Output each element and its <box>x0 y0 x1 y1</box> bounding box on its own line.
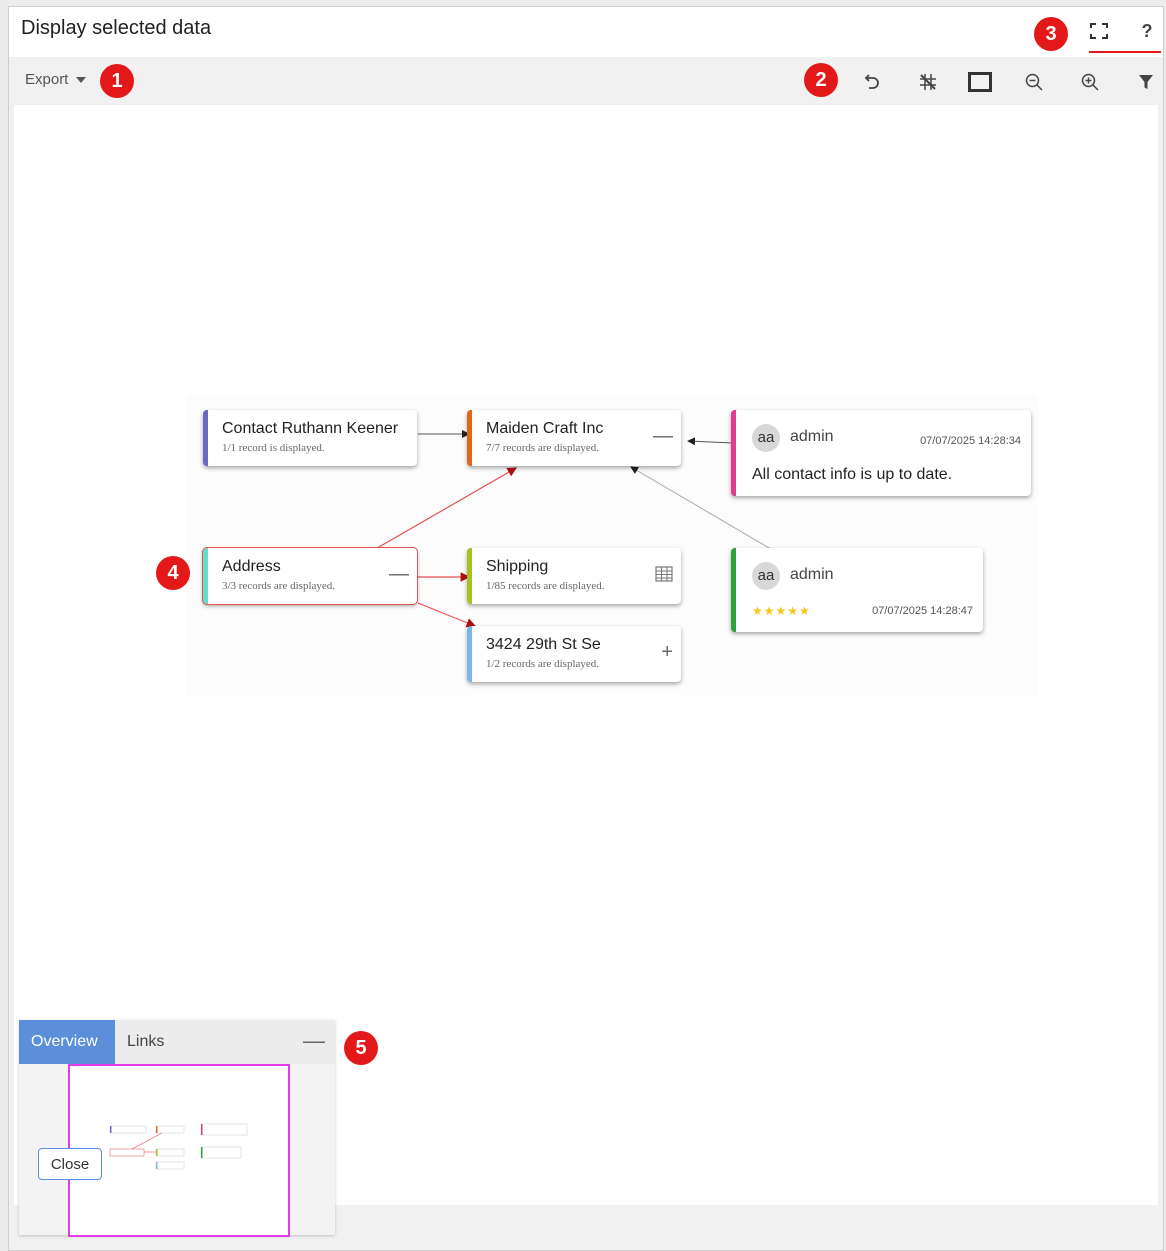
mini-node-street-bar <box>156 1162 158 1169</box>
mini-comment-2 <box>200 1146 242 1159</box>
close-button[interactable]: Close <box>38 1148 102 1180</box>
comment-author: admin <box>790 566 834 583</box>
edge-comment1-maiden <box>687 437 734 446</box>
expand-button[interactable]: + <box>661 642 673 662</box>
node-street[interactable]: 3424 29th St Se 1/2 records are displaye… <box>467 626 681 682</box>
highlight-underline-3 <box>1089 51 1161 53</box>
display-data-dialog: Display selected data 3 ? Export 1 2 Con… <box>8 6 1164 1251</box>
comment-card-1[interactable]: aa admin 07/07/2025 14:28:34 All contact… <box>731 410 1031 496</box>
node-subtitle: 3/3 records are displayed. <box>222 580 336 592</box>
marker-5: 5 <box>344 1031 378 1065</box>
mini-edge <box>131 1132 163 1150</box>
mini-node-address <box>109 1148 145 1157</box>
mini-comment-2-bar <box>201 1147 203 1158</box>
caret-down-icon <box>76 77 87 84</box>
avatar: aa <box>752 562 780 590</box>
overview-panel: Overview Links — <box>19 1020 335 1237</box>
marker-3: 3 <box>1034 17 1068 51</box>
avatar: aa <box>752 424 780 452</box>
mini-comment-1-bar <box>201 1124 203 1135</box>
graph-area: Contact Ruthann Keener 1/1 record is dis… <box>186 395 1038 695</box>
mini-node-contact-bar <box>110 1126 112 1133</box>
frame-button[interactable] <box>963 67 997 97</box>
undo-button[interactable] <box>855 67 889 97</box>
node-subtitle: 1/2 records are displayed. <box>486 658 600 670</box>
minimize-button[interactable]: — <box>303 1028 325 1054</box>
comment-text: All contact info is up to date. <box>752 466 953 483</box>
node-title: Contact Ruthann Keener <box>222 420 399 437</box>
mini-node-shipping-bar <box>156 1149 158 1156</box>
node-subtitle: 1/85 records are displayed. <box>486 580 605 592</box>
mini-node-maiden <box>155 1125 185 1134</box>
zoom-in-button[interactable] <box>1073 67 1107 97</box>
mini-node-maiden-bar <box>156 1126 158 1133</box>
edge-address-street <box>417 602 477 628</box>
rating-stars: ★★★★★ <box>752 604 811 618</box>
node-contact[interactable]: Contact Ruthann Keener 1/1 record is dis… <box>203 410 417 466</box>
node-shipping[interactable]: Shipping 1/85 records are displayed. <box>467 548 681 604</box>
mini-node-shipping <box>155 1148 185 1157</box>
marker-4: 4 <box>156 556 190 590</box>
dialog-title: Display selected data <box>21 17 212 39</box>
mini-node-contact <box>109 1125 147 1134</box>
node-title: Address <box>222 558 281 575</box>
hide-grid-icon <box>920 74 936 90</box>
fullscreen-icon <box>1090 23 1108 39</box>
filter-button[interactable] <box>1129 67 1163 97</box>
dialog-titlebar: Display selected data 3 ? <box>9 7 1163 57</box>
node-maiden-craft[interactable]: Maiden Craft Inc 7/7 records are display… <box>467 410 681 466</box>
table-icon <box>655 566 673 582</box>
node-address[interactable]: Address 3/3 records are displayed. — <box>202 547 418 605</box>
mini-comment-1 <box>200 1123 248 1136</box>
hide-grid-button[interactable] <box>911 67 945 97</box>
help-button[interactable]: ? <box>1133 17 1161 45</box>
overview-tabs: Overview Links — <box>19 1020 335 1064</box>
node-title: Shipping <box>486 558 549 575</box>
mini-node-street <box>155 1161 185 1170</box>
node-subtitle: 7/7 records are displayed. <box>486 442 600 454</box>
node-title: Maiden Craft Inc <box>486 420 604 437</box>
marker-2: 2 <box>804 63 838 97</box>
node-subtitle: 1/1 record is displayed. <box>222 442 325 454</box>
minimap-graph <box>109 1123 248 1170</box>
tab-links[interactable]: Links <box>115 1020 176 1064</box>
undo-icon <box>864 74 879 89</box>
collapse-button[interactable]: — <box>653 426 673 446</box>
tab-overview[interactable]: Overview <box>19 1020 115 1064</box>
marker-1: 1 <box>100 64 134 98</box>
frame-icon <box>968 72 992 92</box>
zoom-out-icon <box>1025 73 1043 91</box>
fullscreen-button[interactable] <box>1085 17 1113 45</box>
toolbar: Export 1 2 <box>9 57 1163 113</box>
zoom-in-icon <box>1081 73 1099 91</box>
table-view-button[interactable] <box>655 566 673 586</box>
export-label: Export <box>25 71 69 88</box>
edge-address-maiden <box>371 467 518 552</box>
graph-canvas[interactable]: Contact Ruthann Keener 1/1 record is dis… <box>14 105 1158 1237</box>
comment-timestamp: 07/07/2025 14:28:47 <box>872 605 973 617</box>
comment-card-2[interactable]: aa admin ★★★★★ 07/07/2025 14:28:47 <box>731 548 983 632</box>
export-menu[interactable]: Export <box>25 71 87 88</box>
comment-author: admin <box>790 428 834 445</box>
filter-icon <box>1139 75 1153 89</box>
zoom-out-button[interactable] <box>1017 67 1051 97</box>
comment-timestamp: 07/07/2025 14:28:34 <box>920 435 1021 447</box>
node-title: 3424 29th St Se <box>486 636 601 653</box>
collapse-button[interactable]: — <box>389 564 409 584</box>
